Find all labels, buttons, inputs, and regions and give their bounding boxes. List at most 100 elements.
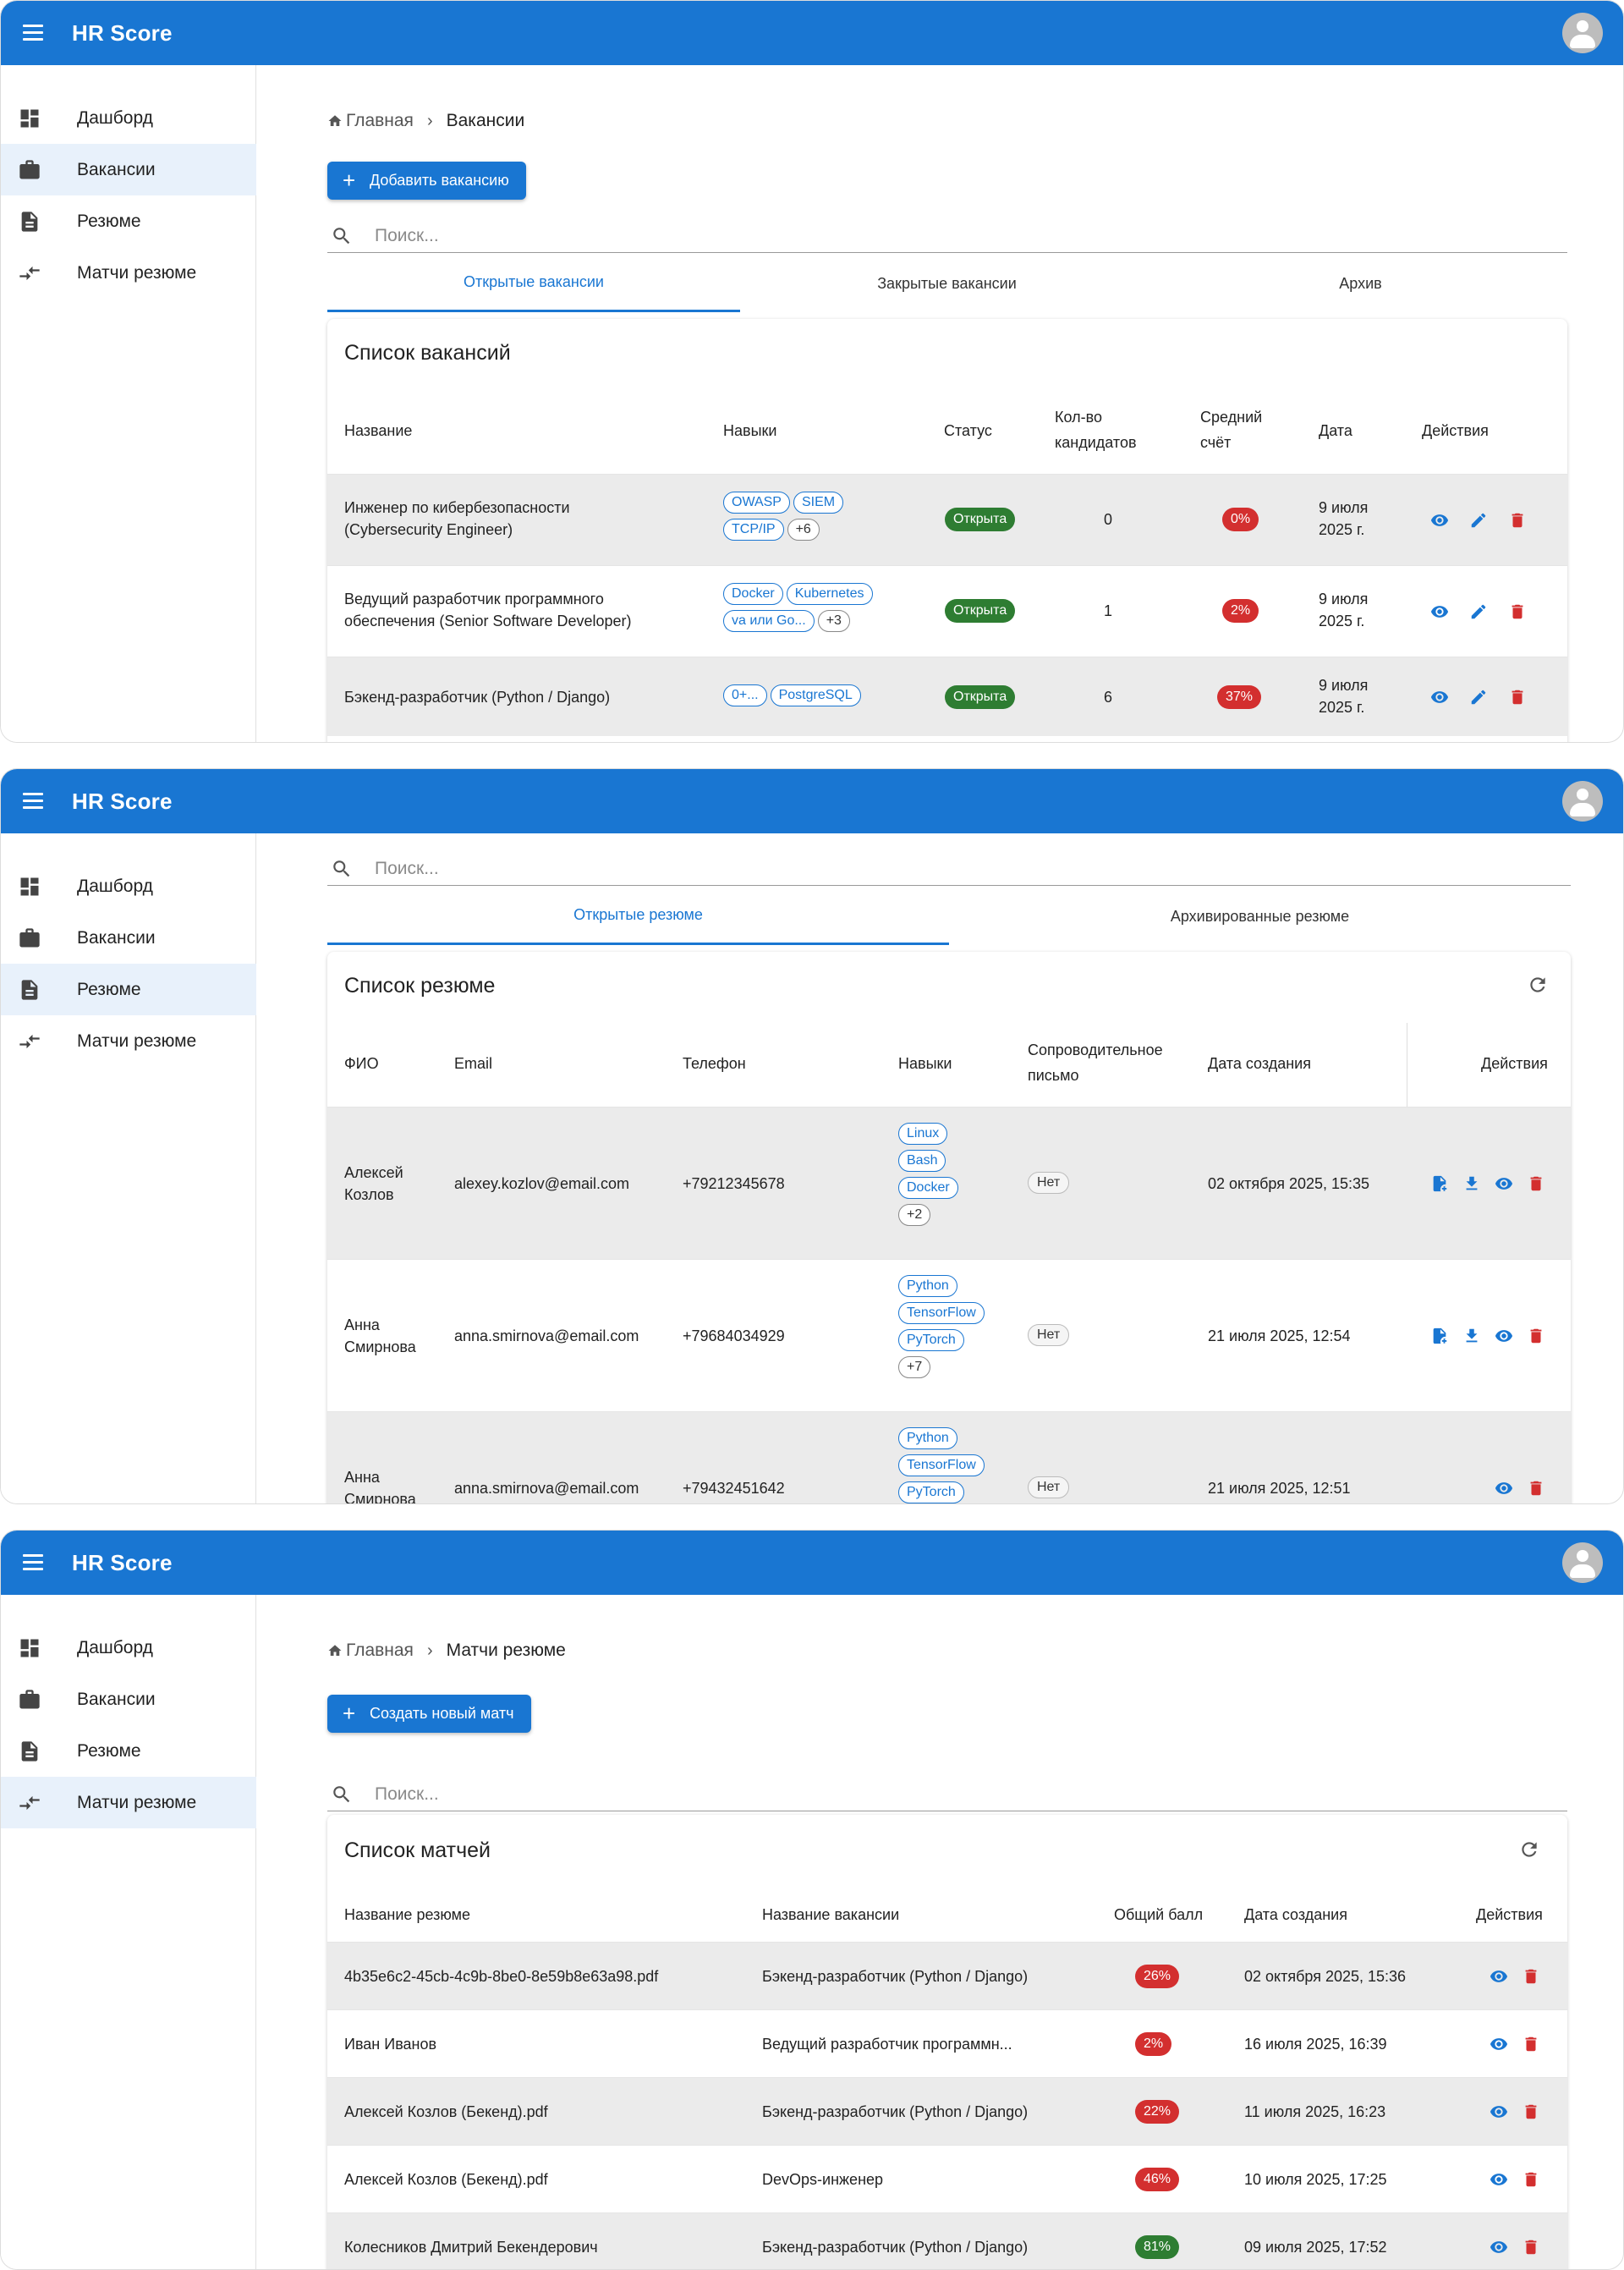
table-row[interactable]: Колесников Дмитрий Бекендерович Бэкенд-ра…	[327, 2212, 1567, 2269]
search-field[interactable]: Поиск...	[327, 1778, 1567, 1811]
delete-icon[interactable]	[1522, 2238, 1540, 2256]
tab-archive[interactable]: Архив	[1154, 255, 1567, 312]
table-row[interactable]: Алексей Козлов (Бекенд).pdf DevOps-инжене…	[327, 2145, 1567, 2212]
delete-icon[interactable]	[1522, 2170, 1540, 2189]
breadcrumb: Главная › Вакансии	[327, 111, 524, 131]
view-icon[interactable]	[1495, 1327, 1513, 1345]
menu-icon[interactable]	[23, 25, 43, 41]
view-icon[interactable]	[1430, 602, 1449, 621]
sidebar-item-vacancies[interactable]: Вакансии	[1, 144, 256, 195]
button-label: Добавить вакансию	[370, 172, 509, 189]
create-match-button[interactable]: + Создать новый матч	[327, 1695, 531, 1733]
view-icon[interactable]	[1490, 2238, 1508, 2256]
app-bar: HR Score	[1, 1531, 1623, 1595]
tab-closed-vacancies[interactable]: Закрытые вакансии	[740, 255, 1154, 312]
column-header-cover-letter: Сопроводительное письмо	[1028, 1037, 1163, 1088]
average-score-badge: 0%	[1222, 508, 1259, 531]
sidebar-item-matches[interactable]: Матчи резюме	[1, 1015, 256, 1067]
avatar[interactable]	[1562, 781, 1603, 822]
breadcrumb: Главная › Матчи резюме	[327, 1641, 566, 1661]
table-row[interactable]: Алексей Козлов alexey.kozlov@email.com +7…	[327, 1107, 1571, 1259]
sidebar-item-dashboard[interactable]: Дашборд	[1, 1622, 256, 1674]
edit-icon[interactable]	[1469, 602, 1488, 621]
sidebar-item-dashboard[interactable]: Дашборд	[1, 92, 256, 144]
view-icon[interactable]	[1495, 1479, 1513, 1498]
sidebar-item-resumes[interactable]: Резюме	[1, 964, 256, 1015]
breadcrumb-home[interactable]: Главная	[327, 1641, 414, 1661]
search-icon	[331, 1784, 353, 1806]
sidebar-item-resumes[interactable]: Резюме	[1, 1725, 256, 1777]
breadcrumb-home[interactable]: Главная	[327, 111, 414, 131]
table-row[interactable]: Анна Смирнова anna.smirnova@email.com +79…	[327, 1411, 1571, 1503]
table-row[interactable]: 4b35e6c2-45cb-4c9b-8be0-8e59b8e63a98.pdf…	[327, 1942, 1567, 2009]
tab-archived-resumes[interactable]: Архивированные резюме	[949, 888, 1571, 945]
more-skills-chip[interactable]: +2	[898, 1204, 931, 1226]
menu-icon[interactable]	[23, 1554, 43, 1571]
table-row[interactable]: Ведущий разработчик программного обеспече…	[327, 565, 1567, 657]
sidebar-item-dashboard[interactable]: Дашборд	[1, 860, 256, 912]
resume-file-icon[interactable]	[1430, 1174, 1449, 1193]
delete-icon[interactable]	[1508, 688, 1527, 706]
view-icon[interactable]	[1490, 2035, 1508, 2053]
sidebar-item-matches[interactable]: Матчи резюме	[1, 247, 256, 299]
view-icon[interactable]	[1495, 1174, 1513, 1193]
delete-icon[interactable]	[1508, 511, 1527, 530]
search-input[interactable]: Поиск...	[375, 226, 439, 246]
phone-value: +79212345678	[683, 1175, 785, 1192]
table-row[interactable]: Анна Смирнова anna.smirnova@email.com +79…	[327, 1259, 1571, 1411]
more-skills-chip[interactable]: +6	[787, 519, 820, 541]
menu-icon[interactable]	[23, 793, 43, 810]
sidebar-item-resumes[interactable]: Резюме	[1, 195, 256, 247]
more-skills-chip[interactable]: +7	[898, 1356, 931, 1378]
view-icon[interactable]	[1490, 1967, 1508, 1986]
table-row[interactable]: Бэкенд-разработчик (Python / Django) 0+.…	[327, 657, 1567, 736]
more-skills-chip[interactable]: +3	[817, 610, 850, 632]
delete-icon[interactable]	[1508, 602, 1527, 621]
skills-list: Python TensorFlow PyTorch	[898, 1427, 1008, 1503]
edit-icon[interactable]	[1469, 511, 1488, 530]
sidebar-item-matches[interactable]: Матчи резюме	[1, 1777, 256, 1828]
header-line: письмо	[1028, 1067, 1079, 1084]
add-vacancy-button[interactable]: + Добавить вакансию	[327, 162, 526, 200]
search-input[interactable]: Поиск...	[375, 1784, 439, 1805]
download-icon[interactable]	[1462, 1327, 1481, 1345]
skill-chip: OWASP	[723, 492, 790, 514]
refresh-icon[interactable]	[1518, 1839, 1540, 1861]
vacancy-name: DevOps-инженер	[762, 2171, 884, 2188]
created-date: 02 октября 2025, 15:36	[1244, 1968, 1407, 1985]
column-header-score: Общий балл	[1114, 1906, 1204, 1923]
delete-icon[interactable]	[1527, 1174, 1545, 1193]
tab-open-vacancies[interactable]: Открытые вакансии	[327, 255, 740, 312]
table-row[interactable]: Алексей Козлов (Бекенд).pdf Бэкенд-разраб…	[327, 2077, 1567, 2145]
delete-icon[interactable]	[1522, 2102, 1540, 2121]
vacancy-tabs: Открытые вакансии Закрытые вакансии Архи…	[327, 255, 1567, 312]
view-icon[interactable]	[1430, 688, 1449, 706]
view-icon[interactable]	[1430, 511, 1449, 530]
skill-chip: Bash	[898, 1150, 946, 1172]
tab-open-resumes[interactable]: Открытые резюме	[327, 888, 949, 945]
cover-letter-badge: Нет	[1028, 1172, 1070, 1194]
sidebar-item-vacancies[interactable]: Вакансии	[1, 1674, 256, 1725]
delete-icon[interactable]	[1527, 1479, 1545, 1498]
search-field[interactable]: Поиск...	[327, 852, 1571, 886]
download-icon[interactable]	[1462, 1174, 1481, 1193]
cover-letter-badge: Нет	[1028, 1476, 1070, 1498]
search-input[interactable]: Поиск...	[375, 859, 439, 879]
search-field[interactable]: Поиск...	[327, 219, 1567, 253]
created-date: 02 октября 2025, 15:35	[1208, 1175, 1370, 1192]
avatar[interactable]	[1562, 1542, 1603, 1583]
resume-file-icon[interactable]	[1430, 1327, 1449, 1345]
table-row[interactable]: Инженер по кибербезопасности (Cybersecuri…	[327, 474, 1567, 565]
avatar[interactable]	[1562, 13, 1603, 53]
delete-icon[interactable]	[1522, 2035, 1540, 2053]
refresh-icon[interactable]	[1527, 974, 1549, 996]
skill-chip: Python	[898, 1275, 957, 1297]
table-row[interactable]: Иван Иванов Ведущий разработчик программн…	[327, 2009, 1567, 2077]
sidebar-item-vacancies[interactable]: Вакансии	[1, 912, 256, 964]
view-icon[interactable]	[1490, 2102, 1508, 2121]
delete-icon[interactable]	[1527, 1327, 1545, 1345]
delete-icon[interactable]	[1522, 1967, 1540, 1986]
card-title: Список резюме	[344, 974, 496, 998]
edit-icon[interactable]	[1469, 688, 1488, 706]
view-icon[interactable]	[1490, 2170, 1508, 2189]
